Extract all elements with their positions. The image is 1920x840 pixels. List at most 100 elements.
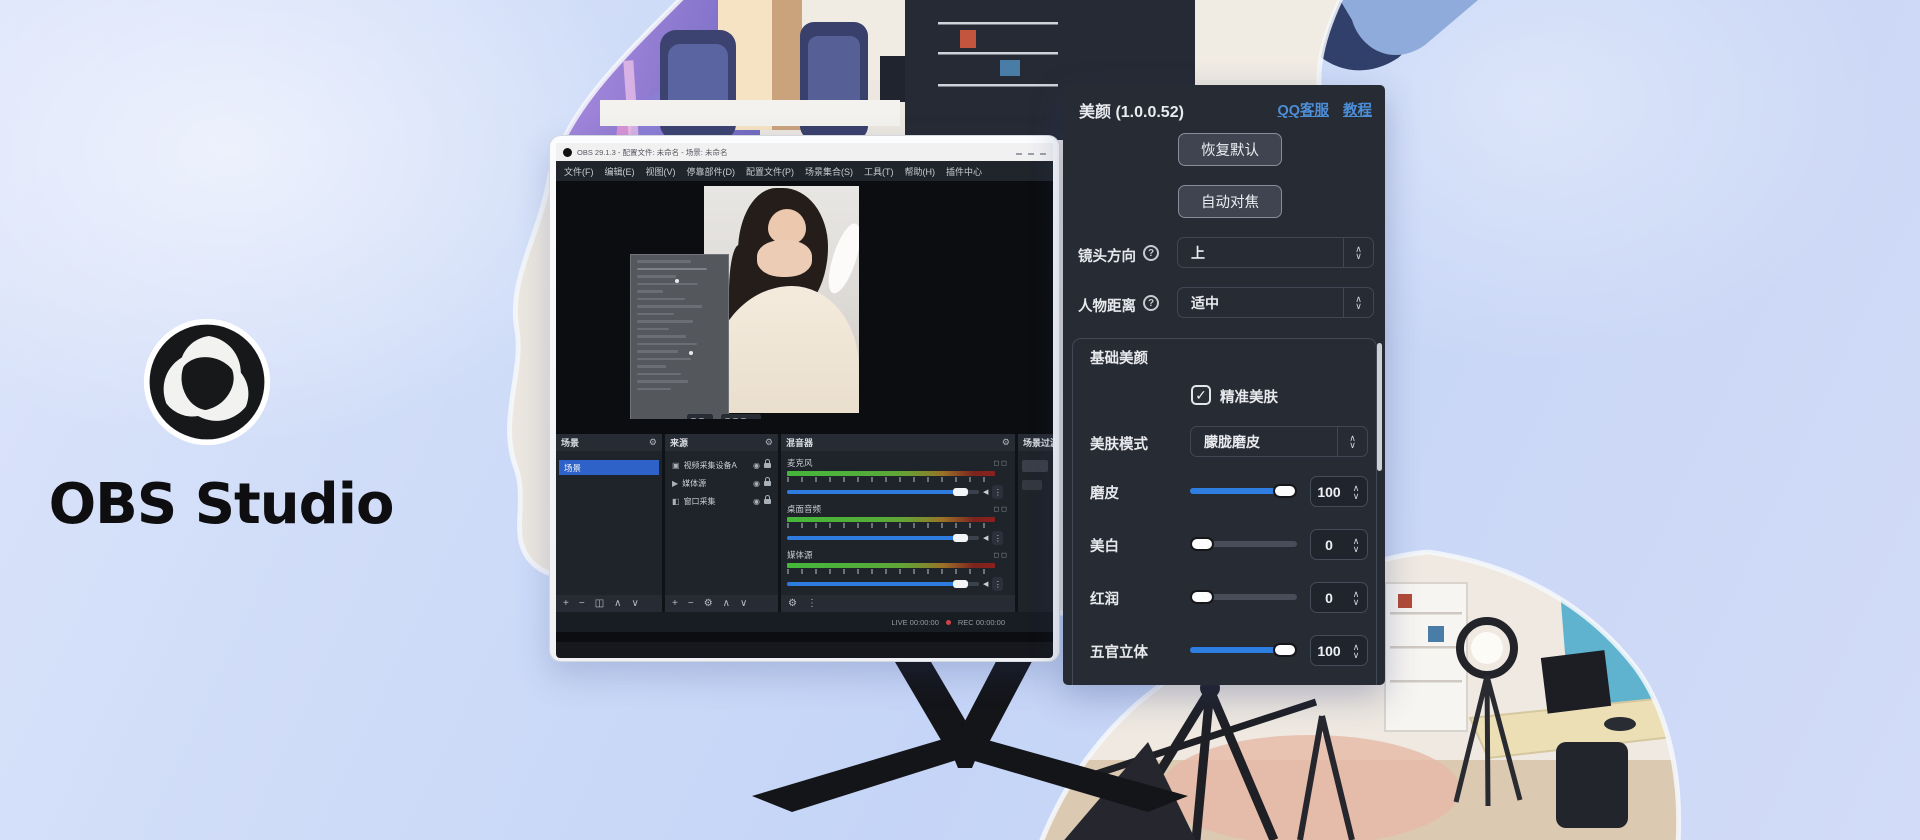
- channel-menu-button[interactable]: ⋮: [992, 577, 1003, 591]
- whitening-value[interactable]: 0 ∧∨: [1310, 529, 1368, 560]
- scene-down-button[interactable]: ∨: [631, 599, 638, 609]
- obs-logo: [140, 315, 274, 449]
- volume-slider[interactable]: [787, 536, 979, 540]
- monitor: OBS 29.1.3 - 配置文件: 未命名 - 场景: 未命名 文件(F) 编…: [549, 135, 1060, 662]
- lock-icon[interactable]: [764, 499, 771, 504]
- preview-tab-capture[interactable]: [687, 414, 713, 419]
- autofocus-button[interactable]: 自动对焦: [1178, 185, 1282, 218]
- volume-slider[interactable]: [787, 582, 979, 586]
- speaker-icon[interactable]: ◀: [983, 488, 988, 496]
- add-scene-button[interactable]: +: [563, 599, 569, 609]
- lock-icon[interactable]: [764, 463, 771, 468]
- panel-scrollbar[interactable]: [1377, 343, 1382, 471]
- menu-tools[interactable]: 工具(T): [864, 165, 894, 178]
- whitening-slider[interactable]: [1190, 541, 1297, 547]
- transition-duration[interactable]: [1022, 480, 1042, 490]
- obs-titlebar: OBS 29.1.3 - 配置文件: 未命名 - 场景: 未命名: [556, 143, 1053, 161]
- gear-icon[interactable]: ⚙: [765, 437, 773, 448]
- channel-menu-button[interactable]: ⋮: [992, 531, 1003, 545]
- precise-skin-checkbox[interactable]: ✓: [1191, 385, 1211, 405]
- sources-dock-title: 来源: [670, 436, 688, 449]
- add-source-button[interactable]: +: [672, 599, 678, 609]
- window-source-icon: ◧: [672, 497, 680, 506]
- menu-help[interactable]: 帮助(H): [905, 165, 936, 178]
- menu-profile[interactable]: 配置文件(P): [746, 165, 794, 178]
- volume-slider[interactable]: [787, 490, 979, 494]
- menu-plugin-center[interactable]: 插件中心: [946, 165, 982, 178]
- skin-mode-select[interactable]: 朦胧磨皮 ∧∨: [1190, 426, 1368, 457]
- skin-mode-label: 美肤模式: [1090, 433, 1148, 454]
- visibility-eye-icon[interactable]: ◉: [753, 479, 760, 488]
- portrait-skin: [757, 240, 813, 276]
- channel-menu-button[interactable]: ⋮: [992, 485, 1003, 499]
- stepper-icon[interactable]: ∧∨: [1347, 537, 1367, 553]
- facial-depth-slider[interactable]: [1190, 647, 1297, 653]
- gear-icon[interactable]: ⚙: [649, 437, 657, 448]
- menu-scene-collection[interactable]: 场景集合(S): [805, 165, 853, 178]
- window-controls[interactable]: [1016, 150, 1046, 155]
- mixer-menu-button[interactable]: ⋮: [807, 599, 817, 609]
- mixer-channel: 麦克风 ◻◻ ◀ ⋮: [787, 457, 1009, 499]
- source-row[interactable]: ▣ 视频采集设备A ◉: [668, 458, 775, 473]
- source-properties-button[interactable]: ⚙: [704, 599, 713, 609]
- source-down-button[interactable]: ∨: [740, 599, 747, 609]
- beauty-panel-title: 美颜 (1.0.0.52): [1079, 98, 1184, 122]
- source-up-button[interactable]: ∧: [723, 599, 730, 609]
- visibility-eye-icon[interactable]: ◉: [753, 461, 760, 470]
- rosy-slider[interactable]: [1190, 594, 1297, 600]
- scenes-dock: 场景 ⚙ 场景 + − ◫ ∧ ∨: [556, 434, 662, 612]
- channel-options-icons[interactable]: ◻◻: [993, 505, 1009, 513]
- mixer-settings-button[interactable]: ⚙: [788, 599, 797, 609]
- chevron-updown-icon[interactable]: ∧∨: [1344, 246, 1373, 260]
- stepper-icon[interactable]: ∧∨: [1347, 590, 1367, 606]
- menu-edit[interactable]: 编辑(E): [605, 165, 635, 178]
- scene-filters-button[interactable]: ◫: [595, 599, 604, 609]
- smoothing-slider[interactable]: [1190, 488, 1297, 494]
- channel-options-icons[interactable]: ◻◻: [993, 459, 1009, 467]
- transitions-dock-title: 场景过渡: [1023, 436, 1053, 449]
- scene-up-button[interactable]: ∧: [614, 599, 621, 609]
- rosy-label: 红润: [1090, 588, 1119, 609]
- whitening-label: 美白: [1090, 535, 1119, 556]
- restore-defaults-button[interactable]: 恢复默认: [1178, 133, 1282, 166]
- menu-view[interactable]: 视图(V): [646, 165, 676, 178]
- menu-docks[interactable]: 停靠部件(D): [687, 165, 736, 178]
- promo-page: OBS Studio OBS 29.1.3 - 配置文件: 未命名 - 场景: …: [0, 0, 1920, 840]
- source-row[interactable]: ◧ 窗口采集 ◉: [668, 494, 775, 509]
- facial-depth-value[interactable]: 100 ∧∨: [1310, 635, 1368, 666]
- smoothing-value[interactable]: 100 ∧∨: [1310, 476, 1368, 507]
- menu-file[interactable]: 文件(F): [564, 165, 594, 178]
- chevron-updown-icon[interactable]: ∧∨: [1338, 435, 1367, 449]
- rosy-value[interactable]: 0 ∧∨: [1310, 582, 1368, 613]
- obs-statusbar: LIVE 00:00:00 REC 00:00:00: [556, 612, 1053, 632]
- chevron-updown-icon[interactable]: ∧∨: [1344, 296, 1373, 310]
- mixer-toolbar: ⚙ ⋮: [781, 595, 1015, 612]
- lock-icon[interactable]: [764, 481, 771, 486]
- sources-toolbar: + − ⚙ ∧ ∨: [665, 595, 778, 612]
- mixer-channel: 媒体源 ◻◻ ◀ ⋮: [787, 549, 1009, 591]
- channel-options-icons[interactable]: ◻◻: [993, 551, 1009, 559]
- lens-direction-select[interactable]: 上 ∧∨: [1177, 237, 1374, 268]
- visibility-eye-icon[interactable]: ◉: [753, 497, 760, 506]
- tutorial-link[interactable]: 教程: [1343, 99, 1372, 120]
- audio-meter: [787, 517, 995, 522]
- precise-skin-label: 精准美肤: [1220, 386, 1278, 407]
- stepper-icon[interactable]: ∧∨: [1347, 484, 1367, 500]
- qq-support-link[interactable]: QQ客服: [1277, 99, 1329, 120]
- transition-select[interactable]: [1022, 460, 1048, 472]
- scene-item-selected[interactable]: 场景: [559, 460, 659, 475]
- mixer-channel: 桌面音频 ◻◻ ◀ ⋮: [787, 503, 1009, 545]
- remove-scene-button[interactable]: −: [579, 599, 585, 609]
- speaker-icon[interactable]: ◀: [983, 534, 988, 542]
- stepper-icon[interactable]: ∧∨: [1347, 643, 1367, 659]
- subject-distance-select[interactable]: 适中 ∧∨: [1177, 287, 1374, 318]
- meter-ticks: [787, 569, 995, 574]
- rec-indicator-icon: [946, 620, 951, 625]
- remove-source-button[interactable]: −: [688, 599, 694, 609]
- source-row[interactable]: ▶ 媒体源 ◉: [668, 476, 775, 491]
- speaker-icon[interactable]: ◀: [983, 580, 988, 588]
- preview-tab-layout[interactable]: [721, 414, 761, 419]
- gear-icon[interactable]: ⚙: [1002, 437, 1010, 448]
- help-icon[interactable]: ?: [1143, 245, 1159, 261]
- help-icon[interactable]: ?: [1143, 295, 1159, 311]
